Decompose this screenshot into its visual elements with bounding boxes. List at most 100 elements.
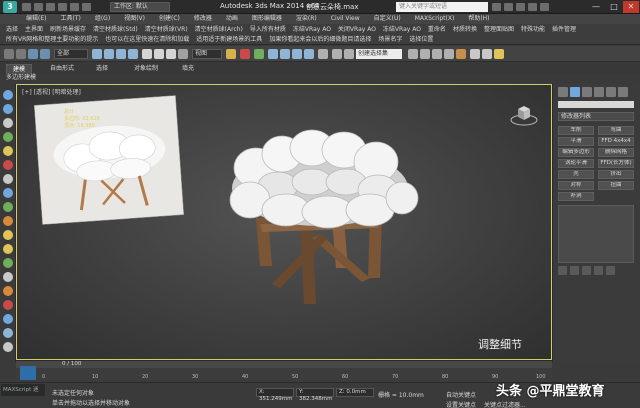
modifier-button[interactable]: 弯曲	[598, 126, 634, 135]
custom-button[interactable]: 关闭VRay AO	[338, 24, 376, 35]
motion-tab-icon[interactable]	[594, 87, 604, 97]
reference-coordinate-icon[interactable]	[178, 49, 188, 59]
menu-item-maxscript[interactable]: MAXScript(X)	[415, 14, 455, 24]
graphite-toggle-icon[interactable]	[420, 49, 430, 59]
select-manipulate-icon[interactable]	[240, 49, 250, 59]
save-file-icon[interactable]	[46, 3, 55, 11]
reference-coordinate-dropdown[interactable]: 视图	[192, 49, 222, 59]
custom-button[interactable]: 插件管理	[552, 24, 576, 35]
current-frame-marker[interactable]	[20, 366, 36, 380]
custom-button[interactable]: 整理面贴图	[484, 24, 514, 35]
tab-selection[interactable]: 选择	[90, 64, 114, 74]
custom-hint[interactable]: 适用适于新建场景的工具	[196, 35, 262, 44]
modifier-button[interactable]: 删除网格	[598, 148, 634, 157]
window-crossing-icon[interactable]	[128, 49, 138, 59]
menu-item-tools[interactable]: 工具(T)	[60, 14, 80, 24]
menu-item-help[interactable]: 帮助(H)	[468, 14, 489, 24]
schematic-view-icon[interactable]	[444, 49, 454, 59]
modifier-button[interactable]: 对称	[558, 181, 594, 190]
menu-item-civil-view[interactable]: Civil View	[331, 14, 360, 24]
rectangle-selection-icon[interactable]	[116, 49, 126, 59]
create-tab-icon[interactable]	[558, 87, 568, 97]
selection-filter-dropdown[interactable]: 全部	[54, 49, 88, 59]
custom-button[interactable]: 清空材质球(Arch)	[195, 24, 243, 35]
gengon-icon[interactable]	[3, 314, 13, 324]
custom-button[interactable]: 特殊功能	[521, 24, 545, 35]
sphere-icon[interactable]	[3, 104, 13, 114]
cloud-chair-model[interactable]	[220, 128, 420, 318]
viewcube-icon[interactable]	[510, 100, 538, 128]
custom-hint[interactable]: 场景名字	[378, 35, 402, 44]
box-icon[interactable]	[3, 118, 13, 128]
menu-item-customize[interactable]: 自定义(U)	[374, 14, 401, 24]
menu-item-graph-editors[interactable]: 图形编辑器	[252, 14, 282, 24]
capsule-icon[interactable]	[3, 244, 13, 254]
tab-populate[interactable]: 填充	[176, 64, 200, 74]
geosphere-icon[interactable]	[3, 230, 13, 240]
pin-stack-icon[interactable]	[558, 266, 567, 275]
custom-button[interactable]: 刷新场景缓存	[50, 24, 86, 35]
make-unique-icon[interactable]	[582, 266, 591, 275]
x-coordinate-field[interactable]: X: 351.249mm	[256, 388, 294, 402]
pyramid-icon[interactable]	[3, 202, 13, 212]
custom-hint[interactable]: 选择位置	[409, 35, 433, 44]
cone-icon[interactable]	[3, 146, 13, 156]
chamfer-cylinder-icon[interactable]	[3, 286, 13, 296]
modifier-button[interactable]: 平滑	[558, 137, 594, 146]
unlink-icon[interactable]	[40, 49, 50, 59]
custom-button[interactable]: 重命名	[428, 24, 446, 35]
hierarchy-tab-icon[interactable]	[582, 87, 592, 97]
custom-button[interactable]: 清空材质球(VR)	[145, 24, 188, 35]
modifier-button[interactable]: FFD(长方体)	[598, 159, 634, 168]
custom-button[interactable]: 材质转换	[453, 24, 477, 35]
ribbon-panel-title[interactable]: 多边形建模	[6, 74, 36, 82]
help-icon[interactable]	[540, 3, 549, 11]
custom-hint[interactable]: 也可以在这里快速在清除和加载	[105, 35, 189, 44]
auto-key-button[interactable]: 自动关键点	[446, 390, 476, 399]
y-coordinate-field[interactable]: Y: 382.348mm	[296, 388, 334, 402]
remove-modifier-icon[interactable]	[594, 266, 603, 275]
redo-icon[interactable]	[70, 3, 79, 11]
tab-object-paint[interactable]: 对象绘制	[128, 64, 164, 74]
undo-icon[interactable]	[58, 3, 67, 11]
custom-button[interactable]: 冻结VRay AO	[383, 24, 421, 35]
modifier-button[interactable]: 壳	[558, 170, 594, 179]
link-icon[interactable]	[28, 49, 38, 59]
modify-tab-icon[interactable]	[570, 87, 580, 97]
keyboard-shortcut-icon[interactable]	[254, 49, 264, 59]
select-object-icon[interactable]	[92, 49, 102, 59]
render-production-icon[interactable]	[494, 49, 504, 59]
subscription-icon[interactable]	[504, 3, 513, 11]
menu-item-modifiers[interactable]: 修改器	[194, 14, 212, 24]
redo-icon[interactable]	[16, 49, 26, 59]
app-logo-icon[interactable]: 3	[3, 1, 17, 13]
mirror-icon[interactable]	[332, 49, 342, 59]
show-end-result-icon[interactable]	[570, 266, 579, 275]
menu-item-rendering[interactable]: 渲染(R)	[296, 14, 317, 24]
configure-modifier-sets-icon[interactable]	[606, 266, 615, 275]
curve-editor-icon[interactable]	[432, 49, 442, 59]
object-name-input[interactable]	[558, 101, 634, 108]
menu-item-animation[interactable]: 动画	[226, 14, 238, 24]
named-selection-set-input[interactable]: 创建选择集	[356, 49, 402, 59]
modifier-button[interactable]: 挤出	[598, 170, 634, 179]
torus-icon[interactable]	[3, 160, 13, 170]
custom-button[interactable]: 主界面	[25, 24, 43, 35]
teapot-icon[interactable]	[3, 174, 13, 184]
z-coordinate-field[interactable]: Z: 0.0mm	[336, 388, 374, 397]
custom-button[interactable]: 冻结VRay AO	[293, 24, 331, 35]
hedra-icon[interactable]	[3, 300, 13, 310]
custom-hint[interactable]: 加果你看起来会以后的细微题目请选择	[269, 35, 371, 44]
select-scale-icon[interactable]	[166, 49, 176, 59]
prism-icon[interactable]	[3, 328, 13, 338]
custom-hint[interactable]: 所有VR网格和整理主要功能的提示	[6, 35, 98, 44]
select-move-icon[interactable]	[142, 49, 152, 59]
pivot-center-icon[interactable]	[226, 49, 236, 59]
tube-icon[interactable]	[3, 216, 13, 226]
menu-item-group[interactable]: 组(G)	[95, 14, 110, 24]
time-slider[interactable]	[16, 360, 552, 368]
frame-counter[interactable]: 0 / 100	[62, 360, 81, 368]
object-icon[interactable]	[3, 90, 13, 100]
modifier-button[interactable]: 补洞	[558, 192, 594, 201]
edit-named-selection-icon[interactable]	[318, 49, 328, 59]
